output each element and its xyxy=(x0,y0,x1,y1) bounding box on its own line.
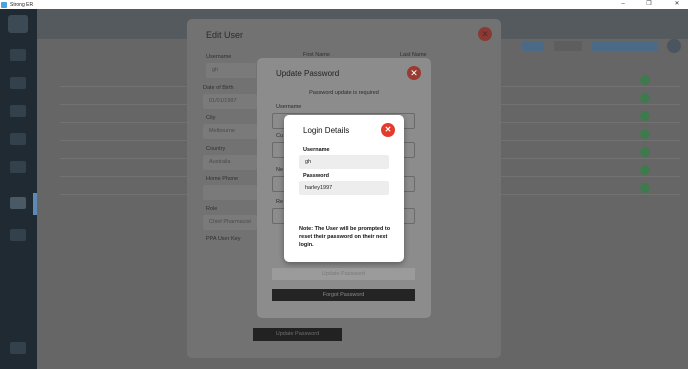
bg-button xyxy=(592,41,658,51)
close-window-button[interactable]: ✕ xyxy=(668,0,686,9)
dob-label: Date of Birth xyxy=(203,85,234,91)
repeat-password-label: Re xyxy=(276,199,284,205)
status-icon xyxy=(640,75,650,85)
update-password-title: Update Password xyxy=(276,69,340,78)
login-password-field[interactable] xyxy=(299,181,389,195)
maximize-button[interactable]: ❐ xyxy=(640,0,658,9)
login-details-modal: Login Details ✕ Username Password Note: … xyxy=(284,115,404,262)
username-field[interactable]: gh xyxy=(206,63,256,78)
status-icon xyxy=(640,183,650,193)
sidebar-nav-icon[interactable] xyxy=(10,229,26,241)
update-password-submit-button[interactable]: Update Password xyxy=(272,268,415,280)
role-field[interactable]: Chief Pharmacist xyxy=(203,215,257,230)
update-password-close-icon[interactable]: ✕ xyxy=(407,66,421,80)
window-title: Strong ER xyxy=(10,1,34,8)
edit-user-close-icon[interactable]: ✕ xyxy=(478,27,492,41)
login-password-label: Password xyxy=(303,173,329,179)
city-label: City xyxy=(206,115,216,121)
password-required-message: Password update is required xyxy=(309,90,379,96)
sidebar-nav-icon[interactable] xyxy=(10,49,26,61)
dob-field[interactable]: 01/01/1997 xyxy=(203,94,257,109)
login-details-close-icon[interactable]: ✕ xyxy=(381,123,395,137)
status-icon xyxy=(640,129,650,139)
sidebar-nav-icon[interactable] xyxy=(10,77,26,89)
bg-button xyxy=(554,41,582,51)
status-icon xyxy=(640,165,650,175)
window-titlebar: Strong ER – ❐ ✕ xyxy=(0,0,688,9)
login-username-field[interactable] xyxy=(299,155,389,169)
country-field[interactable]: Australia xyxy=(203,155,257,170)
current-password-label: Cu xyxy=(276,133,284,139)
sidebar-nav-icon[interactable] xyxy=(10,105,26,117)
new-password-label: Ne xyxy=(276,167,284,173)
sidebar-settings-icon[interactable] xyxy=(10,342,26,354)
ppa-user-key-label: PPA User Key xyxy=(206,236,241,242)
edit-user-title: Edit User xyxy=(206,30,244,40)
logo xyxy=(8,15,28,33)
country-label: Country xyxy=(206,146,226,152)
username-label: Username xyxy=(206,54,232,60)
bg-button xyxy=(522,41,544,51)
forgot-password-button[interactable]: Forgot Password xyxy=(272,289,415,301)
sidebar-nav-icon[interactable] xyxy=(10,161,26,173)
home-phone-label: Home Phone xyxy=(206,176,239,182)
edit-user-update-password-button[interactable]: Update Password xyxy=(253,328,342,341)
sidebar xyxy=(0,9,37,369)
password-reset-note: Note: The User will be prompted to reset… xyxy=(299,226,391,248)
status-icon xyxy=(640,111,650,121)
status-icon xyxy=(640,147,650,157)
city-field[interactable]: Melbourne xyxy=(203,124,257,139)
login-username-label: Username xyxy=(303,147,330,153)
update-username-label: Username xyxy=(276,104,302,110)
home-phone-field[interactable] xyxy=(203,185,257,200)
app-icon xyxy=(1,1,7,8)
bg-avatar xyxy=(667,39,681,53)
status-icon xyxy=(640,93,650,103)
login-details-title: Login Details xyxy=(303,126,350,135)
minimize-button[interactable]: – xyxy=(614,0,632,9)
sidebar-nav-icon[interactable] xyxy=(10,133,26,145)
sidebar-nav-icon-active[interactable] xyxy=(10,197,26,209)
role-label: Role xyxy=(206,206,218,212)
